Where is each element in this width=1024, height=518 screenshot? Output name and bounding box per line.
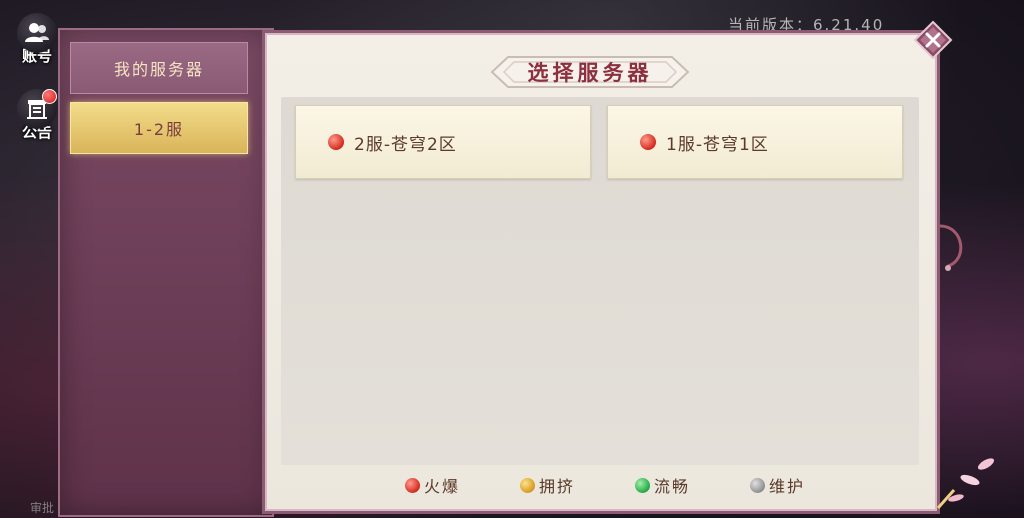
legend-item-smooth: 流畅: [634, 473, 690, 497]
legend-item-hot: 火爆: [405, 473, 460, 497]
green-status-dot: [634, 477, 650, 493]
close-icon: [913, 20, 953, 60]
notice-button[interactable]: 公告: [10, 88, 64, 142]
close-button[interactable]: [913, 20, 953, 60]
server-status-dot: [328, 134, 344, 150]
page-title: 选择服务器: [527, 61, 653, 85]
server-group-panel: 我的服务器 1-2服: [58, 28, 274, 517]
red-status-dot: [405, 477, 420, 493]
notice-icon: [17, 88, 57, 129]
tab-servers-1-2[interactable]: 1-2服: [70, 102, 248, 154]
legend-label: 拥挤: [538, 477, 575, 496]
server-item-2[interactable]: 2服-苍穹2区: [295, 105, 591, 179]
legend-item-crowded: 拥挤: [519, 473, 575, 497]
server-item-1[interactable]: 1服-苍穹1区: [607, 105, 903, 179]
account-button[interactable]: 账号: [10, 12, 64, 66]
legend-item-maintenance: 维护: [749, 473, 805, 497]
server-name: 1服-苍穹1区: [666, 134, 769, 155]
account-icon: [17, 12, 57, 53]
title-banner: 选择服务器: [490, 53, 690, 91]
bottom-hint: 审批: [30, 501, 55, 515]
server-status-dot: [640, 134, 656, 150]
legend-label: 维护: [768, 477, 805, 496]
status-legend: 火爆 拥挤 流畅 维护: [405, 473, 805, 497]
gray-status-dot: [749, 477, 765, 493]
petal-decoration: [936, 458, 995, 509]
server-list: 2服-苍穹2区 1服-苍穹1区: [281, 97, 919, 465]
legend-label: 流畅: [653, 477, 690, 496]
server-name: 2服-苍穹2区: [354, 134, 457, 155]
yellow-status-dot: [519, 477, 535, 493]
hook-ornament: [939, 224, 963, 271]
tab-my-servers[interactable]: 我的服务器: [70, 42, 248, 94]
server-select-panel: 选择服务器 2服-苍穹2区 1服-苍穹1区 火爆 拥挤 流畅 维护: [262, 30, 940, 514]
legend-label: 火爆: [424, 477, 461, 496]
notification-badge: [42, 88, 57, 104]
